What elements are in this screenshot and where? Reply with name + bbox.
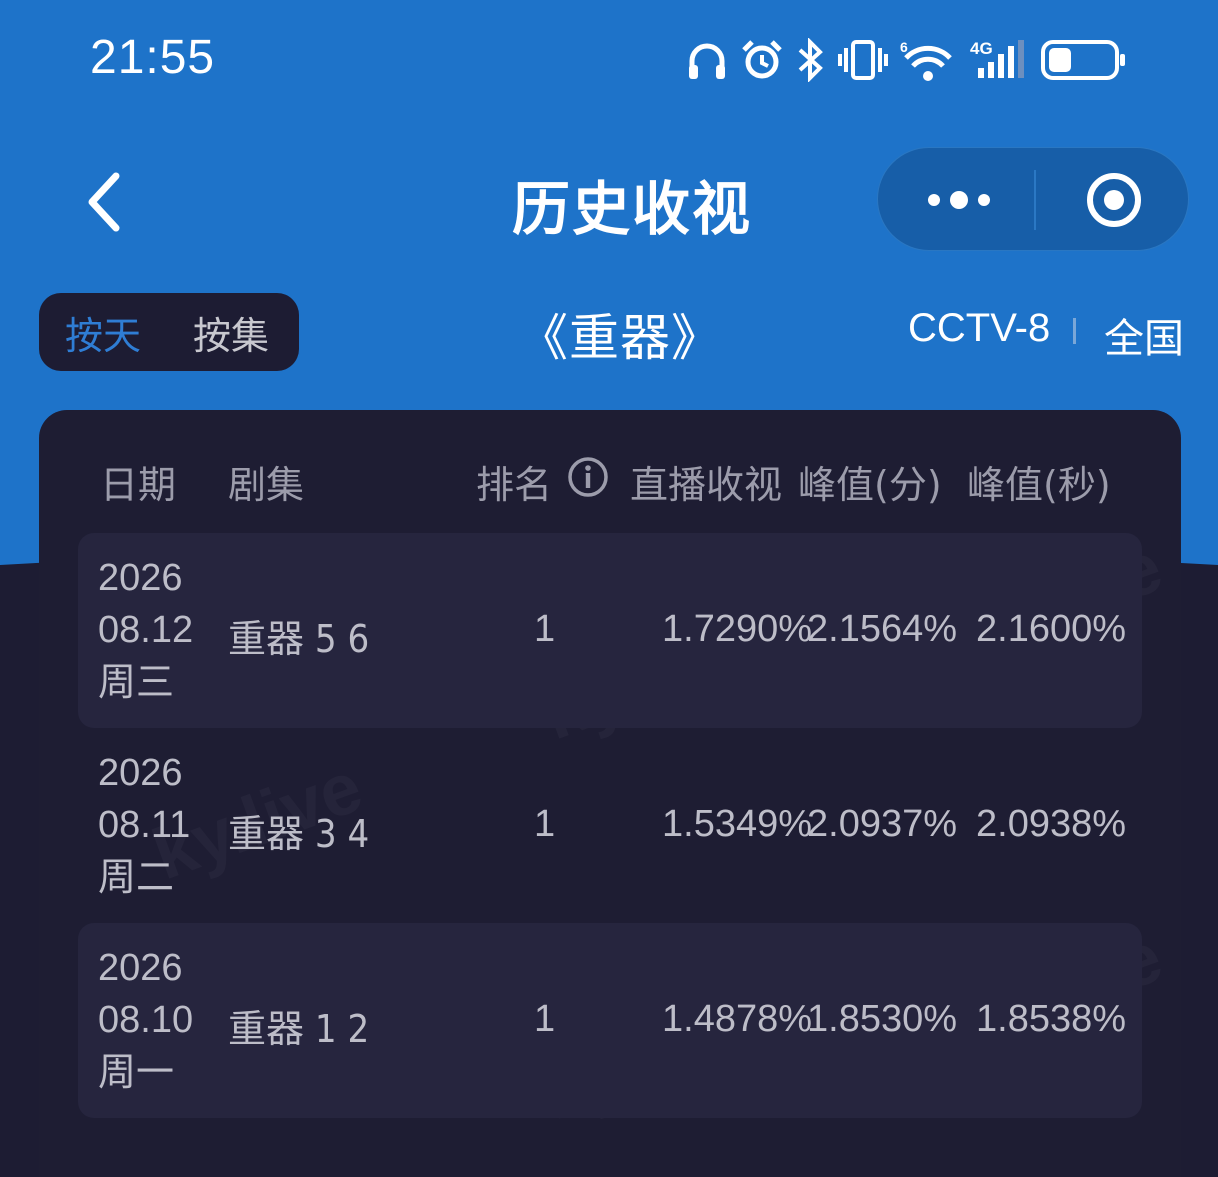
row-episode: 重器 1 2	[228, 1007, 370, 1051]
row-peak-min: 2.0937%	[807, 803, 958, 845]
status-icons: 6 4G	[686, 36, 1126, 84]
view-mode-toggle: 按天 按集	[39, 293, 299, 371]
header-live-rating: 直播收视	[630, 463, 783, 507]
more-dots-icon[interactable]	[924, 186, 994, 214]
row-live-rating: 1.7290%	[662, 608, 813, 650]
svg-text:4G: 4G	[970, 39, 993, 58]
header-peak-sec: 峰值(秒)	[967, 463, 1111, 507]
row-live-rating: 1.5349%	[662, 803, 813, 845]
alarm-icon	[742, 40, 782, 79]
row-peak-sec: 2.0938%	[976, 803, 1127, 845]
status-time: 21:55	[90, 31, 216, 84]
row-date: 08.12	[98, 609, 194, 651]
tab-by-episode[interactable]: 按集	[193, 305, 269, 360]
bluetooth-icon	[798, 38, 823, 82]
row-weekday: 周二	[98, 855, 175, 899]
row-rank: 1	[534, 998, 556, 1040]
row-weekday: 周三	[98, 660, 175, 704]
channel-region-divider	[1073, 318, 1076, 344]
header-episode: 剧集	[228, 463, 305, 507]
row-year: 2026	[98, 557, 183, 599]
close-target-icon[interactable]	[1084, 170, 1144, 230]
header-peak-min: 峰值(分)	[798, 463, 942, 507]
row-episode: 重器 3 4	[228, 812, 370, 856]
headphones-icon	[689, 43, 725, 79]
row-year: 2026	[98, 947, 183, 989]
region-selector[interactable]: 全国	[1104, 306, 1184, 364]
row-peak-min: 2.1564%	[807, 608, 958, 650]
signal-icon: 4G	[970, 39, 1024, 78]
row-date: 08.11	[98, 804, 191, 846]
mini-program-capsule	[877, 147, 1189, 251]
row-rank: 1	[534, 608, 556, 650]
row-rank: 1	[534, 803, 556, 845]
row-peak-sec: 1.8538%	[976, 998, 1127, 1040]
row-weekday: 周一	[98, 1050, 175, 1094]
row-peak-min: 1.8530%	[807, 998, 958, 1040]
header-date: 日期	[100, 463, 177, 507]
header-rank: 排名	[476, 463, 553, 507]
row-live-rating: 1.4878%	[662, 998, 813, 1040]
vibrate-icon	[838, 40, 888, 80]
row-episode: 重器 5 6	[228, 617, 370, 661]
row-date: 08.10	[98, 999, 194, 1041]
row-peak-sec: 2.1600%	[976, 608, 1127, 650]
info-icon[interactable]	[567, 456, 609, 498]
tab-by-day[interactable]: 按天	[65, 305, 141, 360]
wifi-icon: 6	[900, 39, 952, 81]
show-title: 《重器》	[518, 309, 722, 367]
svg-text:6: 6	[900, 39, 908, 55]
channel-selector[interactable]: CCTV-8	[908, 306, 1050, 351]
row-year: 2026	[98, 752, 183, 794]
capsule-divider	[1034, 170, 1036, 230]
battery-icon	[1041, 40, 1125, 80]
